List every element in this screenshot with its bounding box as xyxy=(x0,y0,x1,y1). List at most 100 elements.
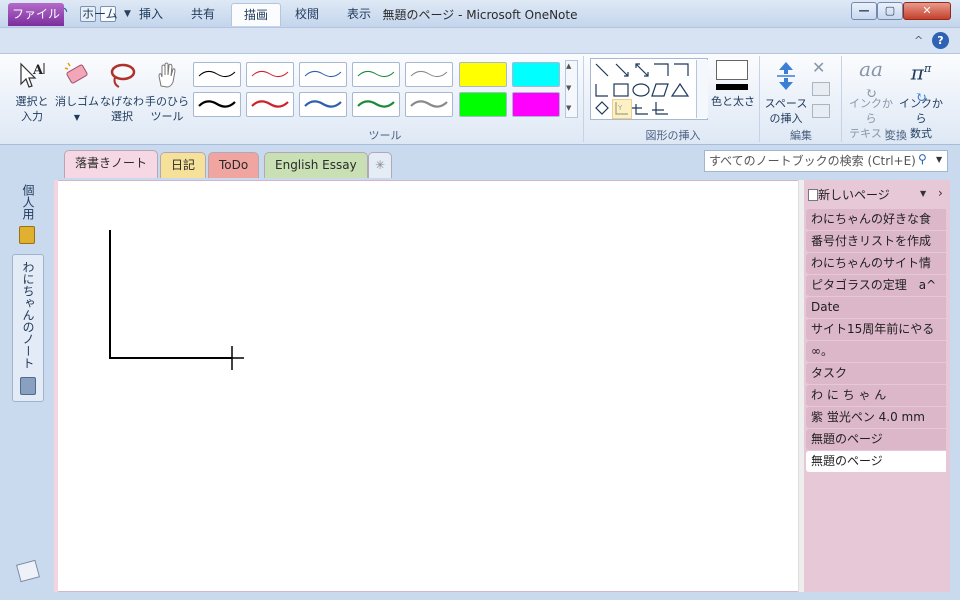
insert-space-icon xyxy=(777,62,795,90)
ribbon-tab-bar xyxy=(0,28,960,54)
page-item[interactable]: タスク xyxy=(806,363,946,384)
group-separator xyxy=(583,56,584,142)
page-item[interactable]: 無題のページ xyxy=(806,429,946,450)
group-label-insert-shapes: 図形の挿入 xyxy=(645,129,701,142)
pen-swatch-blue-thick[interactable] xyxy=(299,92,347,117)
group-label-edit: 編集 xyxy=(790,129,812,142)
minimize-button[interactable]: — xyxy=(851,2,877,20)
ink-text-label-1: インクから xyxy=(849,97,893,125)
new-section-icon[interactable]: ✳ xyxy=(368,152,392,178)
space-label-2: の挿入 xyxy=(769,112,803,125)
select-label-1: 選択と xyxy=(15,95,49,108)
ink-drawing xyxy=(109,230,244,370)
page-item[interactable]: ∞。 xyxy=(806,341,946,362)
panning-hand-button[interactable]: 手のひら ツール xyxy=(145,60,189,124)
page-item[interactable]: 紫 蛍光ペン 4.0 mm xyxy=(806,407,946,428)
section-tab-diary[interactable]: 日記 xyxy=(160,152,207,178)
search-input[interactable]: すべてのノートブックの検索 (Ctrl+E) xyxy=(704,150,948,172)
gallery-down-icon[interactable]: ▼ xyxy=(566,84,571,92)
pen-swatch-black-thick[interactable] xyxy=(193,92,241,117)
insert-space-button[interactable]: スペース の挿入 xyxy=(762,58,810,126)
tab-share[interactable]: 共有 xyxy=(179,3,227,26)
page-item[interactable]: Date xyxy=(806,297,946,318)
shape-selected-highlight xyxy=(612,99,632,119)
color-and-thickness-button[interactable]: 色と太さ xyxy=(710,94,756,109)
space-label-1: スペース xyxy=(764,97,808,110)
bottom-frame xyxy=(0,592,960,600)
highlighter-swatch-yellow[interactable] xyxy=(459,62,507,87)
ink-math-label-1: インクから xyxy=(899,97,943,125)
page-item[interactable]: わにちゃんの好きな食 xyxy=(806,209,946,230)
notebook-wani-icon xyxy=(20,377,36,395)
notebook-personal[interactable]: 個人用 xyxy=(14,182,44,248)
pen-swatch-green-thin[interactable] xyxy=(352,62,400,87)
tab-draw[interactable]: 描画 xyxy=(231,3,282,26)
page-item[interactable]: ピタゴラスの定理 a^ xyxy=(806,275,946,296)
group-separator xyxy=(841,56,842,142)
tab-insert[interactable]: 挿入 xyxy=(127,3,175,26)
tab-home[interactable]: ホーム xyxy=(70,3,130,26)
tab-view[interactable]: 表示 xyxy=(335,3,383,26)
crosshair-cursor-icon xyxy=(220,346,244,370)
tab-file[interactable]: ファイル xyxy=(8,3,64,26)
notebook-wani-label: わにちゃんのノート xyxy=(21,261,35,369)
search-scope-dropdown-icon[interactable]: ▼ xyxy=(936,155,942,164)
collapse-page-tabs-icon[interactable]: › xyxy=(938,186,943,200)
new-page-button[interactable]: 新しいページ xyxy=(808,186,928,203)
section-tab-todo[interactable]: ToDo xyxy=(208,152,260,178)
pan-label-2: ツール xyxy=(150,110,184,123)
ink-to-math-icon: ππ ↻ xyxy=(910,60,932,106)
group-label-tools: ツール xyxy=(368,129,402,142)
cursor-text-icon: A xyxy=(20,62,45,88)
search-icon[interactable]: ⚲ xyxy=(918,152,927,166)
pen-swatch-gray-thin[interactable] xyxy=(405,62,453,87)
svg-text:A: A xyxy=(32,63,44,78)
page-item[interactable]: わにちゃんのサイト情 xyxy=(806,253,946,274)
shape-gallery-scrollbar[interactable] xyxy=(696,60,708,118)
maximize-button[interactable]: ▢ xyxy=(877,2,903,20)
highlighter-swatch-magenta[interactable] xyxy=(512,92,560,117)
group-label-convert: 変換 xyxy=(885,129,907,142)
section-tab-rakugaki[interactable]: 落書きノート xyxy=(64,150,159,178)
highlighter-swatch-green[interactable] xyxy=(459,92,507,117)
highlighter-swatch-cyan[interactable] xyxy=(512,62,560,87)
help-icon[interactable]: ? xyxy=(932,32,949,49)
pen-swatch-red-thick[interactable] xyxy=(246,92,294,117)
delete-icon[interactable]: ✕ xyxy=(812,58,825,77)
hand-icon xyxy=(158,62,176,88)
select-and-type-button[interactable]: A 選択と 入力 xyxy=(10,60,54,124)
gallery-more-icon[interactable]: ▼ xyxy=(566,104,571,112)
rotate-icon[interactable] xyxy=(812,104,830,118)
notebook-personal-icon xyxy=(19,226,35,244)
lasso-select-button[interactable]: なげなわ 選択 xyxy=(100,60,144,124)
close-button[interactable]: ✕ xyxy=(903,2,951,20)
page-item[interactable]: わ に ち ゃ ん xyxy=(806,385,946,406)
page-item[interactable]: サイト15周年前にやる xyxy=(806,319,946,340)
group-separator xyxy=(759,56,760,142)
new-page-icon xyxy=(808,189,818,201)
eraser-dropdown-icon[interactable]: ▼ xyxy=(74,113,80,122)
notebook-personal-label: 個人用 xyxy=(21,184,35,220)
pen-swatch-gray-thick[interactable] xyxy=(405,92,453,117)
stroke-width-preview xyxy=(716,84,748,90)
gallery-up-icon[interactable]: ▲ xyxy=(566,62,571,70)
tab-review[interactable]: 校閲 xyxy=(283,3,331,26)
eraser-icon xyxy=(64,62,88,84)
page-item[interactable]: 番号付きリストを作成 xyxy=(806,231,946,252)
shape-icons: Y xyxy=(595,63,690,115)
pen-swatch-green-thick[interactable] xyxy=(352,92,400,117)
lasso-label-2: 選択 xyxy=(111,110,133,123)
page-item-selected[interactable]: 無題のページ xyxy=(806,451,946,472)
lasso-label-1: なげなわ xyxy=(100,95,144,108)
pen-swatch-blue-thin[interactable] xyxy=(299,62,347,87)
collapse-ribbon-icon[interactable]: ^ xyxy=(914,34,923,47)
eraser-button[interactable]: 消しゴム ▼ xyxy=(55,60,99,125)
new-page-dropdown-icon[interactable]: ▼ xyxy=(920,189,926,198)
lasso-icon xyxy=(110,63,136,88)
color-preview-box[interactable] xyxy=(716,60,748,80)
section-tab-english-essay[interactable]: English Essay xyxy=(264,152,368,178)
pen-swatch-black-thin[interactable] xyxy=(193,62,241,87)
arrange-icon[interactable] xyxy=(812,82,830,96)
notebook-wani[interactable]: わにちゃんのノート xyxy=(12,254,44,402)
pen-swatch-red-thin[interactable] xyxy=(246,62,294,87)
